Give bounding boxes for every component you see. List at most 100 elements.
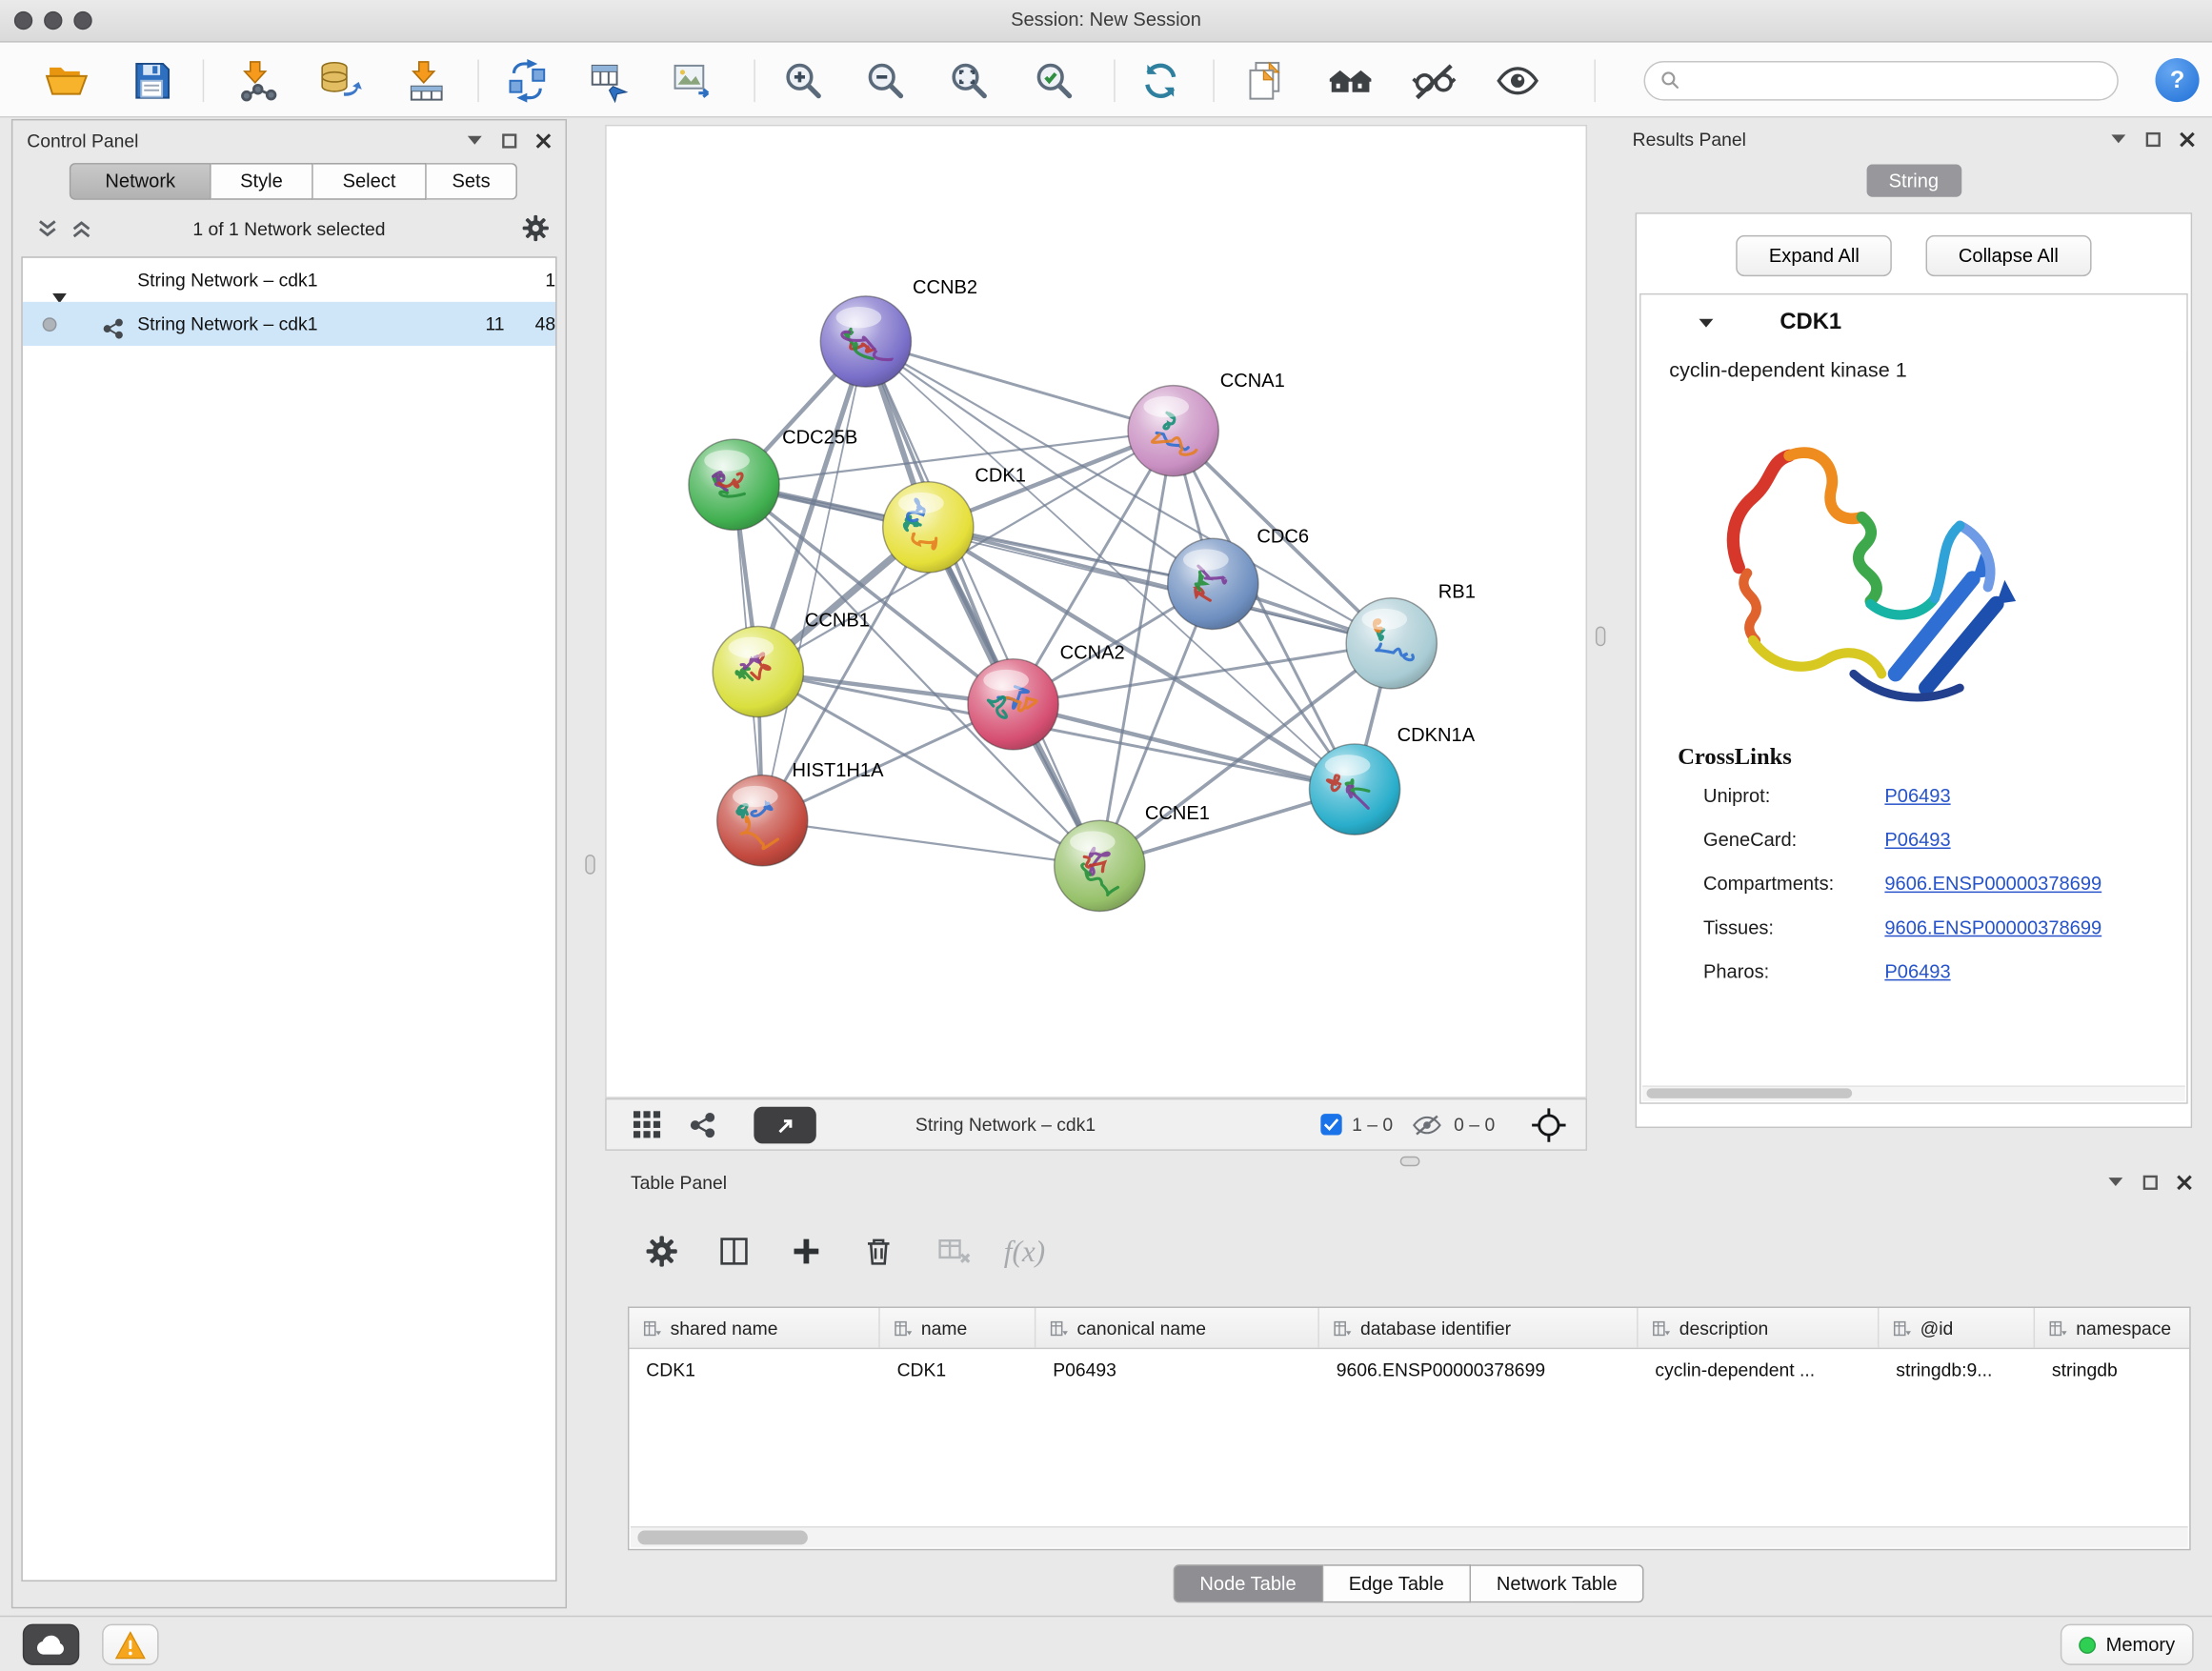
table-cell[interactable]: 9606.ENSP00000378699 [1319, 1359, 1639, 1379]
control-panel-tab-select[interactable]: Select [313, 163, 427, 200]
open-session-button[interactable] [40, 54, 94, 109]
home-button[interactable] [1323, 54, 1377, 109]
show-hidden-button[interactable] [1491, 54, 1545, 109]
control-panel-tab-network[interactable]: Network [70, 163, 211, 200]
results-panel-maximize-button[interactable] [2145, 131, 2161, 147]
table-panel-close-button[interactable] [2177, 1174, 2192, 1189]
crosslink-link[interactable]: 9606.ENSP00000378699 [1884, 873, 2101, 894]
network-nodes[interactable]: CCNB2CCNA1CDC25BCDK1CDC6RB1CCNB1CCNA2CDK… [689, 277, 1476, 912]
zoom-fit-button[interactable] [942, 54, 996, 109]
network-graph[interactable]: CCNB2CCNA1CDC25BCDK1CDC6RB1CCNB1CCNA2CDK… [607, 126, 1586, 1097]
collapse-all-button[interactable]: Collapse All [1926, 235, 2091, 276]
fit-selection-button[interactable] [1531, 1107, 1568, 1148]
column-header-canonical-name[interactable]: canonical name [1036, 1308, 1319, 1348]
table-cell[interactable]: cyclin-dependent ... [1639, 1359, 1880, 1379]
control-panel-tab-sets[interactable]: Sets [427, 163, 517, 200]
table-cell[interactable]: CDK1 [629, 1359, 879, 1379]
cloud-button[interactable] [23, 1624, 80, 1665]
save-floppy-icon [129, 58, 174, 104]
results-panel-close-button[interactable] [2180, 131, 2195, 147]
zoom-selected-button[interactable] [1027, 54, 1081, 109]
network-type-button[interactable] [689, 1099, 717, 1149]
import-network-file-button[interactable] [231, 54, 285, 109]
warnings-button[interactable] [102, 1624, 159, 1665]
left-splitter-handle[interactable] [585, 855, 594, 875]
grid-view-button[interactable] [632, 1099, 661, 1149]
network-row[interactable]: String Network – cdk1 11 48 [23, 302, 555, 346]
gene-card-header[interactable]: CDK1 [1641, 294, 2187, 352]
help-button[interactable]: ? [2156, 58, 2200, 102]
birdseye-view-button[interactable] [754, 1107, 815, 1144]
node-CDC6[interactable]: CDC6 [1168, 527, 1309, 630]
node-CDKN1A[interactable]: CDKN1A [1309, 725, 1475, 835]
table-tab-edge-table[interactable]: Edge Table [1323, 1564, 1471, 1602]
zoom-in-button[interactable] [776, 54, 831, 109]
delete-table-button[interactable] [927, 1224, 981, 1278]
network-collection-row[interactable]: String Network – cdk1 1 [23, 258, 555, 302]
table-cell[interactable]: stringdb:9... [1879, 1359, 2035, 1379]
node-CCNB1[interactable]: CCNB1 [713, 610, 870, 716]
import-table-button[interactable] [399, 54, 453, 109]
zoom-out-button[interactable] [858, 54, 913, 109]
node-CCNA1[interactable]: CCNA1 [1128, 371, 1285, 476]
export-image-button[interactable] [666, 54, 720, 109]
memory-button[interactable]: Memory [2061, 1624, 2194, 1665]
table-panel-float-button[interactable] [2107, 1177, 2124, 1188]
results-tab-string[interactable]: String [1866, 165, 1961, 197]
edge-CCNB2-CCNA1[interactable] [866, 341, 1174, 431]
column-header-namespace[interactable]: namespace [2035, 1308, 2191, 1348]
control-panel-maximize-button[interactable] [502, 132, 517, 148]
crosslink-link[interactable]: P06493 [1884, 785, 1950, 806]
apply-layout-button[interactable] [1134, 54, 1188, 109]
import-network-database-button[interactable] [313, 54, 368, 109]
network-canvas[interactable]: CCNB2CCNA1CDC25BCDK1CDC6RB1CCNB1CCNA2CDK… [605, 125, 1587, 1098]
results-panel-float-button[interactable] [2110, 133, 2127, 145]
edge-CCNB2-CCNE1[interactable] [866, 341, 1099, 865]
crosslink-link[interactable]: P06493 [1884, 961, 1950, 982]
show-columns-button[interactable] [707, 1224, 761, 1278]
table-tab-node-table[interactable]: Node Table [1173, 1564, 1323, 1602]
table-options-button[interactable] [634, 1224, 689, 1278]
crosslink-link[interactable]: 9606.ENSP00000378699 [1884, 916, 2101, 937]
right-splitter-handle[interactable] [1596, 626, 1605, 646]
column-header-database-identifier[interactable]: database identifier [1319, 1308, 1639, 1348]
glasses-slash-icon [1412, 58, 1458, 104]
search-input[interactable] [1691, 69, 2118, 92]
column-header-name[interactable]: name [880, 1308, 1036, 1348]
control-panel-close-button[interactable] [535, 132, 551, 148]
column-header-shared-name[interactable]: shared name [629, 1308, 879, 1348]
crosslink-link[interactable]: P06493 [1884, 829, 1950, 850]
edge-CCNB2-HIST1H1A[interactable] [762, 341, 866, 820]
delete-column-button[interactable] [852, 1224, 906, 1278]
snapshot-button[interactable] [1238, 54, 1293, 109]
table-cell[interactable]: stringdb [2035, 1359, 2191, 1379]
node-CDK1[interactable]: CDK1 [883, 466, 1026, 573]
node-table[interactable]: shared namenamecanonical namedatabase id… [628, 1306, 2191, 1550]
create-column-button[interactable] [779, 1224, 834, 1278]
network-from-selection-button[interactable] [582, 54, 636, 109]
new-network-button[interactable] [500, 54, 554, 109]
column-header--id[interactable]: @id [1879, 1308, 2035, 1348]
hide-selected-button[interactable] [1407, 54, 1461, 109]
control-panel-tab-style[interactable]: Style [211, 163, 313, 200]
selected-checkbox-icon[interactable] [1320, 1114, 1341, 1135]
save-session-button[interactable] [125, 54, 179, 109]
table-row[interactable]: CDK1CDK1P064939606.ENSP00000378699cyclin… [629, 1349, 2189, 1389]
column-header-description[interactable]: description [1639, 1308, 1880, 1348]
edge-HIST1H1A-CCNE1[interactable] [762, 820, 1099, 866]
function-builder-button[interactable]: f(x) [997, 1224, 1052, 1278]
gene-card-hscrollbar[interactable] [1642, 1085, 2185, 1100]
table-tab-network-table[interactable]: Network Table [1471, 1564, 1644, 1602]
table-cell[interactable]: P06493 [1036, 1359, 1319, 1379]
collapse-caret-icon[interactable] [1698, 317, 1715, 329]
node-RB1[interactable]: RB1 [1346, 582, 1476, 689]
network-options-button[interactable] [520, 212, 552, 248]
network-edges[interactable] [734, 341, 1392, 865]
table-hscrollbar[interactable] [631, 1526, 2188, 1547]
expand-all-button[interactable]: Expand All [1737, 235, 1892, 276]
node-CCNB2[interactable]: CCNB2 [820, 277, 977, 387]
table-cell[interactable]: CDK1 [880, 1359, 1036, 1379]
table-panel-maximize-button[interactable] [2142, 1174, 2158, 1189]
node-HIST1H1A[interactable]: HIST1H1A [717, 760, 884, 866]
control-panel-float-button[interactable] [466, 134, 483, 146]
